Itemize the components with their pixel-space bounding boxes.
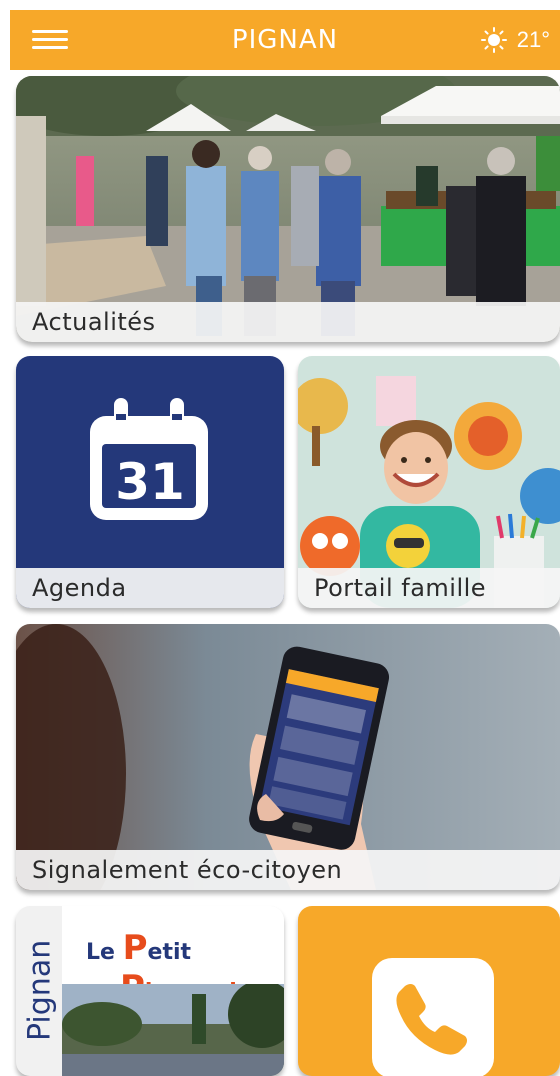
phone-icon-box bbox=[372, 958, 494, 1076]
app-title: PIGNAN bbox=[231, 25, 339, 55]
pignan-side-text: Pignan bbox=[22, 939, 58, 1041]
tile-agenda-label: Agenda bbox=[16, 568, 284, 608]
tile-signalement[interactable]: Signalement éco-citoyen bbox=[16, 624, 560, 890]
tile-portail-famille[interactable]: Portail famille bbox=[298, 356, 560, 608]
tile-actualites[interactable]: Actualités bbox=[16, 76, 560, 342]
tile-agenda[interactable]: 31 Agenda bbox=[16, 356, 284, 608]
mast-p: P bbox=[122, 928, 148, 968]
tile-contact[interactable] bbox=[298, 906, 560, 1076]
journal-photo bbox=[62, 984, 284, 1076]
phone-icon bbox=[396, 984, 467, 1055]
tile-actualites-label: Actualités bbox=[16, 302, 560, 342]
sun-icon bbox=[480, 27, 507, 53]
mast-le: Le bbox=[86, 940, 115, 965]
weather-widget: 21° bbox=[480, 10, 550, 70]
calendar-day: 31 bbox=[115, 453, 185, 511]
journal-cover: Le Petit Pignanais bbox=[62, 906, 284, 1076]
tile-petit-pignanais[interactable]: Pignan Le Petit Pignanais bbox=[16, 906, 284, 1076]
temperature-value: 21° bbox=[516, 27, 550, 52]
tile-signalement-label: Signalement éco-citoyen bbox=[16, 850, 560, 890]
tile-portail-label: Portail famille bbox=[298, 568, 560, 608]
mast-etit: etit bbox=[147, 940, 192, 965]
app-header: PIGNAN 21° bbox=[10, 10, 560, 70]
